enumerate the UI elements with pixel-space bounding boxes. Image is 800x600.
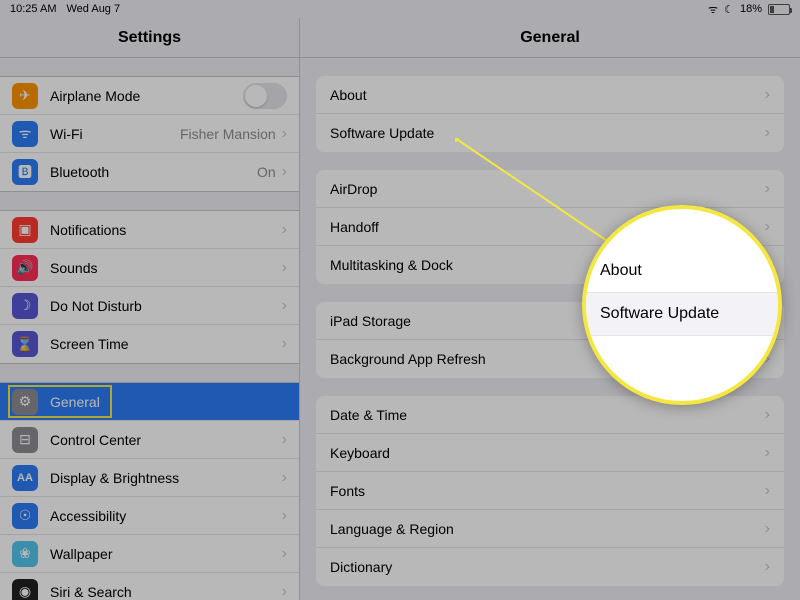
chevron-right-icon: › <box>282 583 287 600</box>
detail-item-label: Dictionary <box>330 559 765 575</box>
device-frame: 10:25 AM Wed Aug 7 ᯤ ☾ 18% Settings ✈ Air… <box>0 0 800 600</box>
battery-icon <box>768 4 790 15</box>
magnifier-software-update: Software Update <box>586 293 778 336</box>
sidebar-item-notifications[interactable]: ▣ Notifications› <box>0 211 299 249</box>
dnd-icon: ☾ <box>724 3 734 16</box>
chevron-right-icon: › <box>282 507 287 525</box>
status-date: Wed Aug 7 <box>66 3 120 15</box>
detail-item-label: AirDrop <box>330 181 765 197</box>
chevron-right-icon: › <box>282 431 287 449</box>
chevron-right-icon: › <box>765 218 770 236</box>
detail-item-label: Date & Time <box>330 407 765 423</box>
detail-item-fonts[interactable]: Fonts› <box>316 472 784 510</box>
chevron-right-icon: › <box>282 335 287 353</box>
chevron-right-icon: › <box>765 180 770 198</box>
detail-item-date-time[interactable]: Date & Time› <box>316 396 784 434</box>
sidebar-group: ⚙General⊟Control Center›AADisplay & Brig… <box>0 382 299 600</box>
chevron-right-icon: › <box>282 297 287 315</box>
chevron-right-icon: › <box>765 406 770 424</box>
siri-icon: ◉ <box>12 579 38 600</box>
sidebar-item-label: Wi-Fi <box>50 126 180 142</box>
accessibility-icon: ☉ <box>12 503 38 529</box>
sidebar-item-display-brightness[interactable]: AA Display & Brightness› <box>0 459 299 497</box>
chevron-right-icon: › <box>282 469 287 487</box>
chevron-right-icon: › <box>282 221 287 239</box>
sidebar-item-airplane-mode[interactable]: ✈ Airplane Mode <box>0 77 299 115</box>
sidebar-item-general[interactable]: ⚙ General <box>0 383 299 421</box>
sidebar: Settings ✈ Airplane Mode ᯤ Wi-FiFisher Mans… <box>0 18 300 600</box>
sidebar-item-label: General <box>50 394 287 410</box>
sidebar-item-label: Sounds <box>50 260 282 276</box>
detail-group: Date & Time›Keyboard›Fonts›Language & Re… <box>316 396 784 586</box>
sidebar-item-label: Do Not Disturb <box>50 298 282 314</box>
battery-pct: 18% <box>740 3 762 15</box>
display-icon: AA <box>12 465 38 491</box>
chevron-right-icon: › <box>282 545 287 563</box>
sidebar-item-label: Siri & Search <box>50 584 282 600</box>
bluetooth-icon: 🅱 <box>12 159 38 185</box>
chevron-right-icon: › <box>282 125 287 143</box>
detail-item-dictionary[interactable]: Dictionary› <box>316 548 784 586</box>
sidebar-group: ✈ Airplane Mode ᯤ Wi-FiFisher Mansion › 🅱 Blue… <box>0 76 299 192</box>
wallpaper-icon: ❀ <box>12 541 38 567</box>
detail-item-label: Keyboard <box>330 445 765 461</box>
status-bar: 10:25 AM Wed Aug 7 ᯤ ☾ 18% <box>0 0 800 18</box>
wifi-icon: ᯤ <box>12 121 38 147</box>
chevron-right-icon: › <box>765 558 770 576</box>
screentime-icon: ⌛ <box>12 331 38 357</box>
detail-item-label: About <box>330 87 765 103</box>
sidebar-item-accessibility[interactable]: ☉ Accessibility› <box>0 497 299 535</box>
detail-item-about[interactable]: About› <box>316 76 784 114</box>
chevron-right-icon: › <box>765 482 770 500</box>
sidebar-item-label: Notifications <box>50 222 282 238</box>
detail-item-label: Software Update <box>330 125 765 141</box>
dnd-icon: ☽ <box>12 293 38 319</box>
sidebar-item-label: Airplane Mode <box>50 88 243 104</box>
notifications-icon: ▣ <box>12 217 38 243</box>
chevron-right-icon: › <box>282 259 287 277</box>
control-icon: ⊟ <box>12 427 38 453</box>
status-time: 10:25 AM <box>10 3 56 15</box>
sidebar-item-value: Fisher Mansion <box>180 126 276 142</box>
detail-title: General <box>300 18 800 58</box>
detail-item-software-update[interactable]: Software Update› <box>316 114 784 152</box>
toggle-switch[interactable] <box>243 83 287 109</box>
detail-item-language-region[interactable]: Language & Region› <box>316 510 784 548</box>
sidebar-item-siri-search[interactable]: ◉ Siri & Search› <box>0 573 299 600</box>
wifi-icon: ᯤ <box>708 2 718 17</box>
sidebar-item-screen-time[interactable]: ⌛ Screen Time› <box>0 325 299 363</box>
sidebar-item-bluetooth[interactable]: 🅱 BluetoothOn › <box>0 153 299 191</box>
chevron-right-icon: › <box>765 444 770 462</box>
sidebar-item-do-not-disturb[interactable]: ☽ Do Not Disturb› <box>0 287 299 325</box>
chevron-right-icon: › <box>282 163 287 181</box>
sidebar-item-control-center[interactable]: ⊟ Control Center› <box>0 421 299 459</box>
sidebar-title: Settings <box>0 18 299 58</box>
sidebar-item-wallpaper[interactable]: ❀ Wallpaper› <box>0 535 299 573</box>
chevron-right-icon: › <box>765 86 770 104</box>
detail-item-airdrop[interactable]: AirDrop› <box>316 170 784 208</box>
sidebar-item-value: On <box>257 164 276 180</box>
chevron-right-icon: › <box>765 124 770 142</box>
detail-group: About›Software Update› <box>316 76 784 152</box>
sidebar-item-label: Accessibility <box>50 508 282 524</box>
chevron-right-icon: › <box>765 520 770 538</box>
sidebar-item-sounds[interactable]: 🔊 Sounds› <box>0 249 299 287</box>
sidebar-item-label: Control Center <box>50 432 282 448</box>
magnifier-about: About <box>586 250 778 293</box>
sounds-icon: 🔊 <box>12 255 38 281</box>
airplane-icon: ✈ <box>12 83 38 109</box>
detail-item-label: Fonts <box>330 483 765 499</box>
detail-item-label: Language & Region <box>330 521 765 537</box>
detail-item-keyboard[interactable]: Keyboard› <box>316 434 784 472</box>
sidebar-item-label: Wallpaper <box>50 546 282 562</box>
general-icon: ⚙ <box>12 389 38 415</box>
magnifier-callout: About Software Update <box>582 205 782 405</box>
sidebar-item-label: Bluetooth <box>50 164 257 180</box>
sidebar-item-label: Display & Brightness <box>50 470 282 486</box>
sidebar-item-wi-fi[interactable]: ᯤ Wi-FiFisher Mansion › <box>0 115 299 153</box>
sidebar-group: ▣Notifications›🔊Sounds›☽Do Not Disturb›⌛… <box>0 210 299 364</box>
sidebar-item-label: Screen Time <box>50 336 282 352</box>
